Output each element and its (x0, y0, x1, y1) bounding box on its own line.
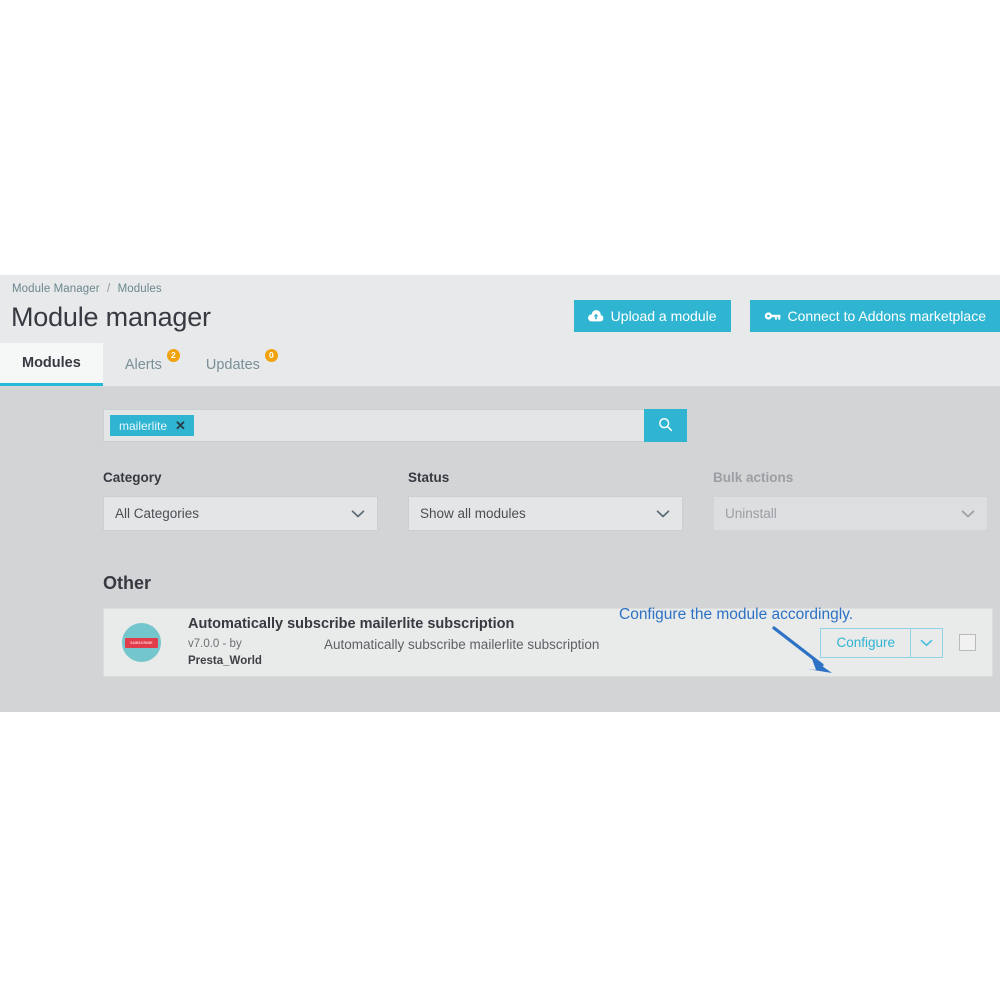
filter-status: Status Show all modules (408, 470, 683, 531)
module-description: Automatically subscribe mailerlite subsc… (324, 636, 600, 652)
search-button[interactable] (644, 409, 687, 442)
filter-row: Category All Categories Status Show all … (103, 470, 1000, 531)
search-row: mailerlite ✕ (103, 409, 687, 442)
module-actions: Configure (820, 627, 976, 658)
module-select-checkbox[interactable] (959, 634, 976, 651)
upload-a-module-button[interactable]: Upload a module (573, 300, 731, 332)
content-area: mailerlite ✕ Category All Categories Sta… (0, 387, 1000, 677)
module-version-text: v7.0.0 - by (188, 637, 242, 650)
tab-bar: Modules Alerts 2 Updates 0 (0, 343, 1000, 387)
filter-bulk-actions: Bulk actions Uninstall (713, 470, 988, 531)
configure-button-group: Configure (820, 627, 943, 658)
module-author: Presta_World (188, 654, 262, 667)
key-icon (764, 310, 781, 322)
search-tag-mailerlite[interactable]: mailerlite ✕ (110, 415, 194, 436)
connect-to-addons-marketplace-button[interactable]: Connect to Addons marketplace (749, 300, 1000, 332)
chevron-down-icon (656, 506, 670, 521)
search-input[interactable]: mailerlite ✕ (103, 409, 644, 442)
chevron-down-icon (920, 635, 933, 650)
breadcrumb-current: Modules (117, 283, 162, 295)
module-version: v7.0.0 - by Presta_World (188, 636, 324, 669)
search-tag-label: mailerlite (119, 418, 168, 433)
breadcrumb-separator: / (107, 283, 111, 295)
close-icon[interactable]: ✕ (175, 419, 186, 432)
tab-updates-label: Updates (205, 356, 260, 373)
module-logo-label: SUBSCRIBE (125, 637, 158, 648)
configure-button[interactable]: Configure (820, 627, 911, 658)
chevron-down-icon (351, 506, 365, 521)
connect-to-addons-marketplace-label: Connect to Addons marketplace (787, 308, 986, 324)
tab-alerts-label: Alerts (124, 356, 162, 373)
tab-updates-badge: 0 (264, 349, 278, 362)
module-meta-row: v7.0.0 - by Presta_World Automatically s… (188, 636, 820, 669)
filter-status-label: Status (408, 470, 450, 485)
annotation-text: Configure the module accordingly. (619, 606, 854, 623)
chevron-down-icon (961, 506, 975, 521)
filter-category-label: Category (103, 470, 162, 485)
module-logo-icon: SUBSCRIBE (122, 623, 161, 662)
module-list-item: SUBSCRIBE Automatically subscribe mailer… (103, 608, 993, 677)
tab-alerts-badge: 2 (166, 349, 180, 362)
configure-dropdown-toggle[interactable] (911, 627, 943, 658)
filter-bulk-actions-label: Bulk actions (713, 470, 794, 485)
header-actions: Upload a module Connect to Addons market… (573, 300, 1000, 332)
upload-a-module-label: Upload a module (610, 308, 717, 324)
search-icon (658, 417, 673, 435)
cloud-upload-icon (587, 309, 604, 323)
breadcrumb: Module Manager / Modules (0, 283, 1000, 295)
tab-alerts[interactable]: Alerts 2 (103, 343, 184, 386)
filter-category: Category All Categories (103, 470, 378, 531)
bulk-actions-select[interactable]: Uninstall (713, 496, 988, 531)
category-select[interactable]: All Categories (103, 496, 378, 531)
prestashop-module-manager-screenshot: Module Manager / Modules Module manager … (0, 275, 1000, 712)
breadcrumb-parent[interactable]: Module Manager (12, 283, 100, 295)
category-select-value: All Categories (115, 506, 200, 521)
status-select[interactable]: Show all modules (408, 496, 683, 531)
status-select-value: Show all modules (420, 506, 526, 521)
page-header: Module Manager / Modules Module manager … (0, 275, 1000, 343)
tab-modules-label: Modules (22, 355, 81, 371)
section-title-other: Other (103, 573, 152, 593)
tab-updates[interactable]: Updates 0 (184, 343, 282, 386)
bulk-actions-select-value: Uninstall (725, 506, 777, 521)
tab-modules[interactable]: Modules (0, 343, 103, 386)
